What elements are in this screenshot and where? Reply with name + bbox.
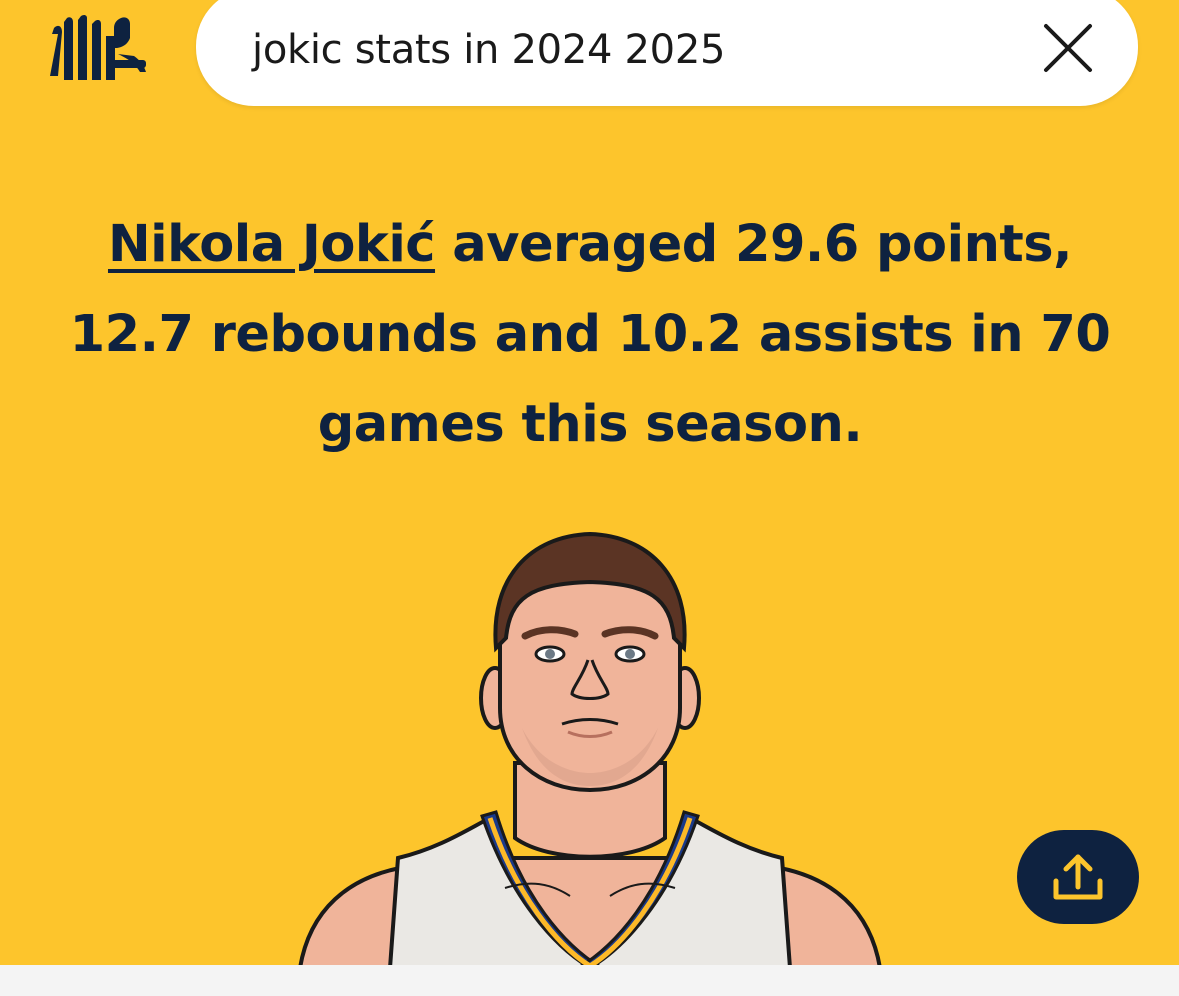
search-bar[interactable]: jokic stats in 2024 2025 <box>196 0 1138 106</box>
close-icon[interactable] <box>1042 22 1094 74</box>
answer-text: Nikola Jokić averaged 29.6 points, 12.7 … <box>60 200 1120 470</box>
bottom-strip <box>0 965 1179 996</box>
player-name-link[interactable]: Nikola Jokić <box>108 215 436 274</box>
share-icon <box>1053 854 1103 900</box>
player-illustration <box>290 528 890 971</box>
statmuse-logo-icon[interactable] <box>48 14 152 84</box>
share-button[interactable] <box>1017 830 1139 924</box>
search-input[interactable]: jokic stats in 2024 2025 <box>252 26 725 74</box>
answer-page: jokic stats in 2024 2025 Nikola Jokić av… <box>0 0 1179 996</box>
